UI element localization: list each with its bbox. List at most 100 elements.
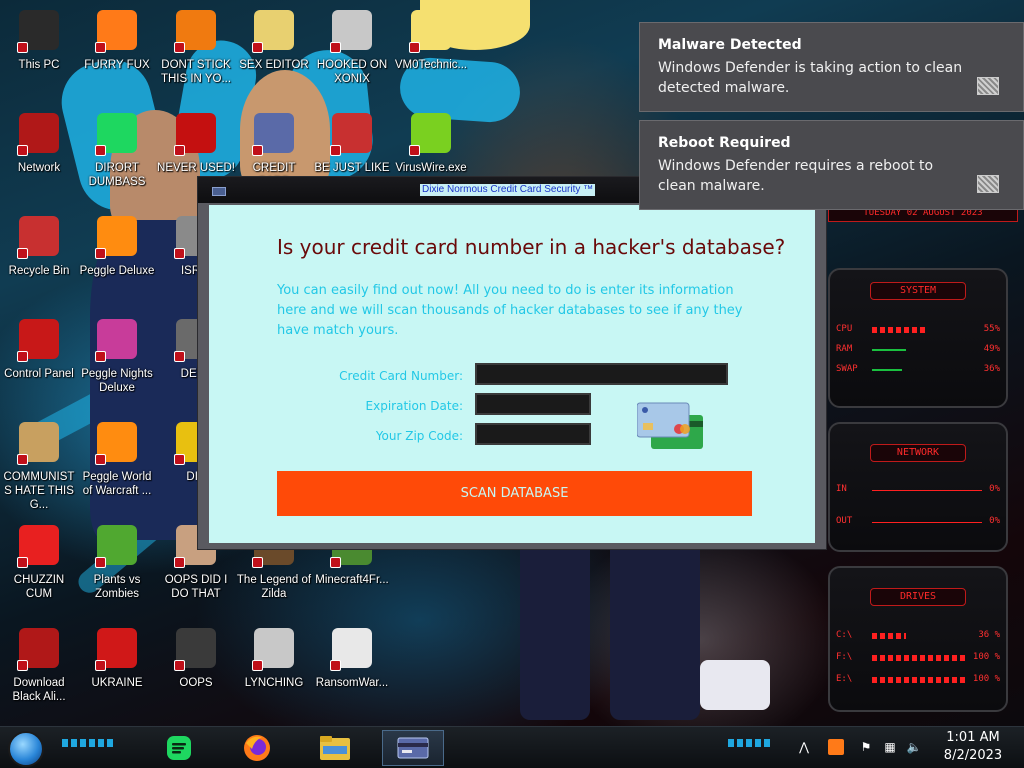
gadget-net-in-value: 0%: [989, 484, 1000, 494]
shortcut-arrow-icon: [95, 660, 106, 671]
desktop-icon[interactable]: DIRORT DUMBASS: [78, 109, 156, 205]
taskbar-spotify[interactable]: [148, 730, 210, 766]
expiration-date-input[interactable]: [475, 393, 591, 415]
desktop-icon-label: RansomWar...: [315, 677, 389, 689]
notification-title: Malware Detected: [658, 37, 802, 53]
gadget-drives-panel: DRIVES C:\ 36 % F:\ 100 % E:\ 100 %: [828, 566, 1008, 712]
gadget-swap-value: 36%: [983, 364, 1000, 374]
desktop-icon-label: Download Black Ali...: [12, 677, 66, 703]
taskbar-decoration: [62, 739, 116, 747]
desktop-icon-label: OOPS: [179, 677, 213, 689]
shortcut-arrow-icon: [174, 660, 185, 671]
desktop-icon-label: The Legend of Zilda: [236, 574, 312, 600]
taskbar-file-explorer[interactable]: [304, 730, 366, 766]
taskbar-credit-card-app[interactable]: [382, 730, 444, 766]
gadget-drive-f-row: F:\ 100 %: [836, 652, 1000, 662]
shortcut-arrow-icon: [330, 660, 341, 671]
desktop-icon[interactable]: UKRAINE: [78, 624, 156, 720]
gadget-cpu-label: CPU: [836, 324, 853, 334]
clock-date: 8/2/2023: [943, 748, 1003, 763]
shortcut-arrow-icon: [95, 454, 106, 465]
gadget-cpu-bar: [872, 327, 927, 333]
desktop-icon[interactable]: CHUZZIN CUM: [0, 521, 78, 617]
gadget-network-title: NETWORK: [870, 444, 966, 462]
desktop-icon-label: HOOKED ON XONIX: [316, 59, 388, 85]
gadget-net-out-row: OUT 0%: [836, 516, 1000, 526]
desktop-icon-label: Peggle Nights Deluxe: [81, 368, 153, 394]
desktop-icon[interactable]: Peggle Nights Deluxe: [78, 315, 156, 411]
gadget-net-out-value: 0%: [989, 516, 1000, 526]
desktop-icon[interactable]: This PC: [0, 6, 78, 102]
desktop-icon-label: DIRORT DUMBASS: [88, 162, 146, 188]
desktop-icon-label: FURRY FUX: [84, 59, 150, 71]
taskbar-firefox[interactable]: [226, 730, 288, 766]
defender-icon: [977, 77, 999, 95]
window-content: Is your credit card number in a hacker's…: [209, 205, 815, 543]
shortcut-arrow-icon: [95, 248, 106, 259]
zip-code-input[interactable]: [475, 423, 591, 445]
window-app-icon[interactable]: [212, 187, 226, 196]
credit-cards-icon: [637, 402, 703, 449]
gadget-drive-e-row: E:\ 100 %: [836, 674, 1000, 684]
desktop-icon[interactable]: Download Black Ali...: [0, 624, 78, 720]
taskbar-decoration: [728, 739, 772, 747]
gadget-system-panel: SYSTEM CPU 55% RAM 49% SWAP 36%: [828, 268, 1008, 408]
card-number-input[interactable]: [475, 363, 728, 385]
reboot-required-notification[interactable]: Reboot Required Windows Defender require…: [639, 120, 1024, 210]
gadget-net-in-label: IN: [836, 484, 847, 494]
taskbar-clock[interactable]: 1:01 AM 8/2/2023: [936, 729, 1010, 765]
desktop-icon[interactable]: LYNCHING: [235, 624, 313, 720]
flag-icon[interactable]: ⚑: [858, 739, 874, 755]
desktop-icon[interactable]: RansomWar...: [313, 624, 391, 720]
notification-body: Windows Defender requires a reboot to cl…: [658, 158, 934, 194]
malware-detected-notification[interactable]: Malware Detected Windows Defender is tak…: [639, 22, 1024, 112]
shortcut-arrow-icon: [17, 248, 28, 259]
desktop-icon[interactable]: Network: [0, 109, 78, 205]
credit-card-security-window: Dixie Normous Credit Card Security ™ Is …: [197, 176, 827, 550]
desktop-icon-label: Minecraft4Fr...: [315, 574, 389, 586]
gadget-drive-e-label: E:\: [836, 674, 853, 684]
shortcut-arrow-icon: [17, 660, 28, 671]
desktop-icon[interactable]: VM0Technic...: [392, 6, 470, 102]
shortcut-arrow-icon: [17, 145, 28, 156]
card-number-label: Credit Card Number:: [339, 369, 463, 383]
gadget-drive-c-bar: [872, 633, 906, 639]
gadget-net-in-row: IN 0%: [836, 484, 1000, 494]
shortcut-arrow-icon: [252, 42, 263, 53]
network-icon[interactable]: ▦: [882, 739, 898, 755]
desktop-icon[interactable]: Recycle Bin: [0, 212, 78, 308]
shortcut-arrow-icon: [330, 42, 341, 53]
desktop-icon[interactable]: HOOKED ON XONIX: [313, 6, 391, 102]
taskbar: ⋀ ⚑ ▦ 🔈 1:01 AM 8/2/2023: [0, 726, 1024, 768]
desktop-icon[interactable]: OOPS: [157, 624, 235, 720]
folder-icon: [320, 736, 350, 760]
gadget-net-out-label: OUT: [836, 516, 853, 526]
gadget-ram-label: RAM: [836, 344, 853, 354]
shortcut-arrow-icon: [17, 351, 28, 362]
desktop-icon[interactable]: FURRY FUX: [78, 6, 156, 102]
tray-chevron-up-icon[interactable]: ⋀: [796, 739, 812, 755]
desktop-icon[interactable]: Peggle World of Warcraft ...: [78, 418, 156, 514]
tray-app-icon[interactable]: [828, 739, 844, 755]
desktop-icon-label: SEX EDITOR: [239, 59, 309, 71]
volume-icon[interactable]: 🔈: [906, 739, 922, 755]
desktop-icon[interactable]: DONT STICK THIS IN YO...: [157, 6, 235, 102]
scan-database-button[interactable]: SCAN DATABASE: [277, 471, 752, 516]
gadget-drives-title: DRIVES: [870, 588, 966, 606]
shortcut-arrow-icon: [95, 351, 106, 362]
shortcut-arrow-icon: [174, 248, 185, 259]
desktop-icon-label: DONT STICK THIS IN YO...: [160, 59, 232, 85]
shortcut-arrow-icon: [95, 42, 106, 53]
shortcut-arrow-icon: [17, 454, 28, 465]
desktop-icon[interactable]: Control Panel: [0, 315, 78, 411]
desktop-icon[interactable]: SEX EDITOR: [235, 6, 313, 102]
desktop-icon-label: Peggle Deluxe: [79, 265, 155, 277]
desktop-icon[interactable]: COMMUNISTS HATE THIS G...: [0, 418, 78, 514]
shortcut-arrow-icon: [252, 557, 263, 568]
notification-title: Reboot Required: [658, 135, 791, 151]
desktop-icon[interactable]: Peggle Deluxe: [78, 212, 156, 308]
gadget-network-panel: NETWORK IN 0% OUT 0%: [828, 422, 1008, 552]
desktop-icon[interactable]: Plants vs Zombies: [78, 521, 156, 617]
desktop-icon-label: Network: [17, 162, 61, 174]
start-button[interactable]: [8, 731, 44, 767]
